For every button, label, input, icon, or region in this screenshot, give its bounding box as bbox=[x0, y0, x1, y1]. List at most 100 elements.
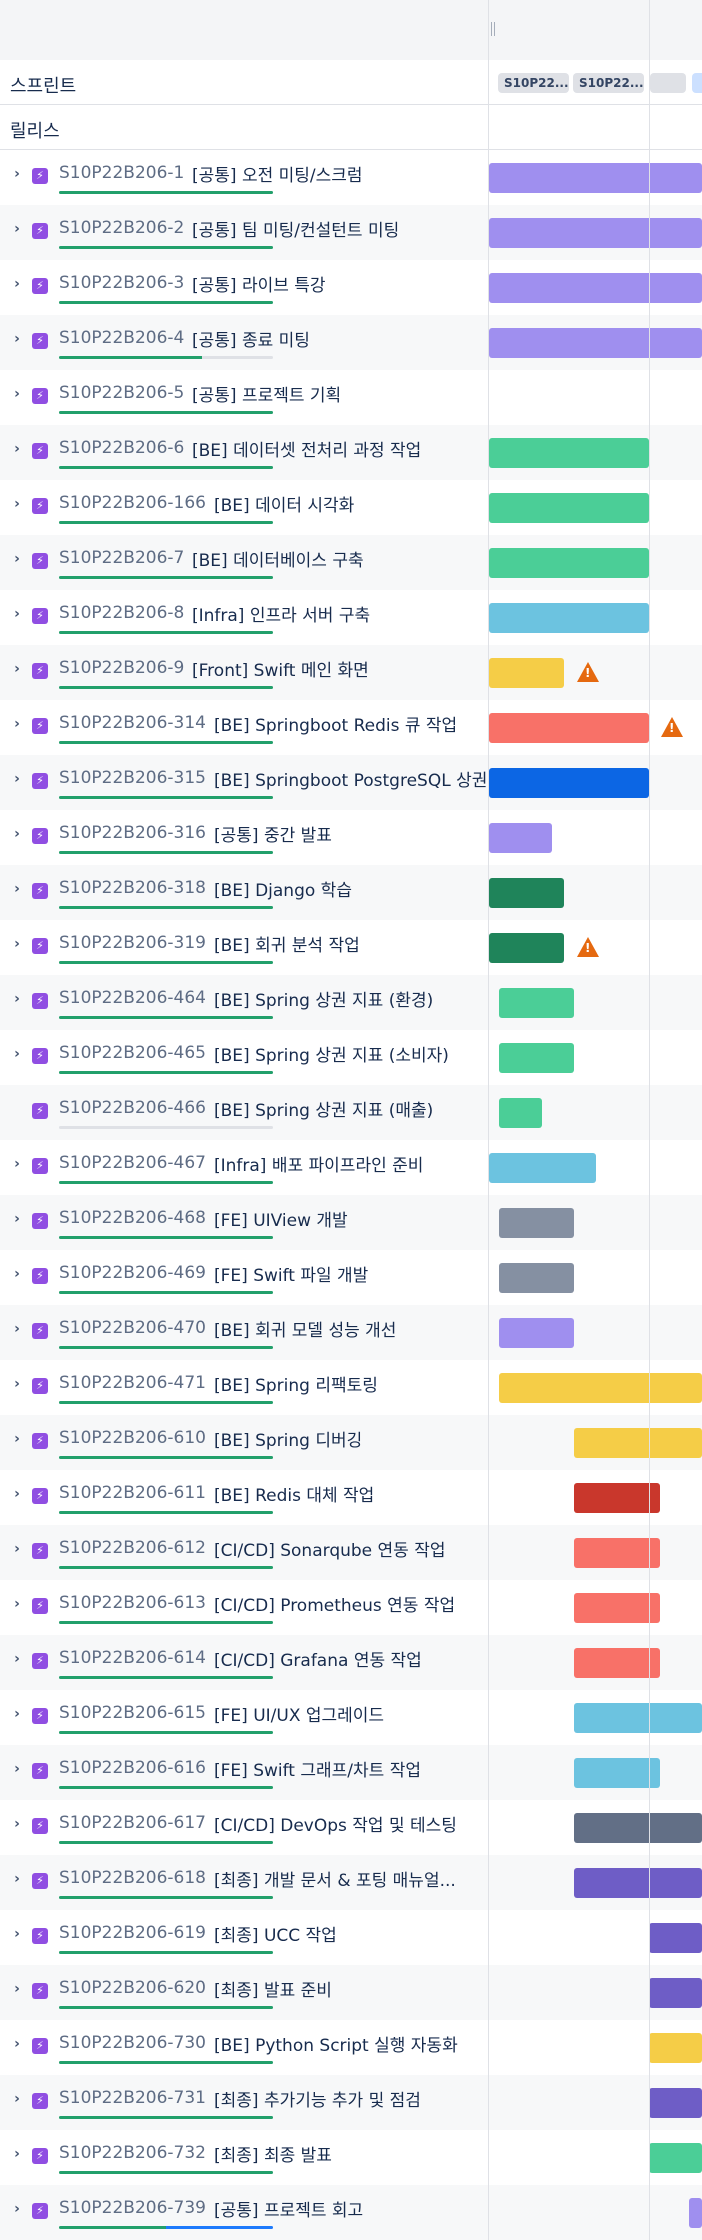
sprint-chip-4[interactable] bbox=[692, 73, 702, 93]
epic-key-link[interactable]: S10P22B206-610 bbox=[59, 1428, 206, 1448]
chevron-right-icon[interactable]: › bbox=[9, 659, 25, 679]
epic-title[interactable]: [CI/CD] Prometheus 연동 작업 bbox=[214, 1591, 455, 1616]
sprint-chip-2[interactable]: S10P22... bbox=[573, 73, 644, 93]
chevron-right-icon[interactable]: › bbox=[9, 384, 25, 404]
epic-key-link[interactable]: S10P22B206-1 bbox=[59, 163, 184, 183]
timeline-epic-bar[interactable] bbox=[499, 1208, 574, 1238]
epic-key-link[interactable]: S10P22B206-730 bbox=[59, 2033, 206, 2053]
chevron-right-icon[interactable]: › bbox=[9, 1429, 25, 1449]
epic-title[interactable]: [공통] 종료 미팅 bbox=[192, 326, 310, 351]
epic-title[interactable]: [Infra] 배포 파이프라인 준비 bbox=[214, 1151, 423, 1176]
timeline-epic-bar[interactable] bbox=[574, 1758, 660, 1788]
epic-key-link[interactable]: S10P22B206-315 bbox=[59, 768, 206, 788]
epic-row[interactable]: › ⚡ S10P22B206-610 [BE] Spring 디버깅 bbox=[0, 1415, 489, 1470]
epic-key-link[interactable]: S10P22B206-617 bbox=[59, 1813, 206, 1833]
epic-row[interactable]: › ⚡ S10P22B206-315 [BE] Springboot PostgreS… bbox=[0, 755, 504, 810]
timeline-epic-bar[interactable] bbox=[574, 1648, 660, 1678]
epic-key-link[interactable]: S10P22B206-470 bbox=[59, 1318, 206, 1338]
chevron-right-icon[interactable]: › bbox=[9, 164, 25, 184]
timeline-epic-bar[interactable] bbox=[689, 2198, 702, 2228]
epic-row[interactable]: › ⚡ S10P22B206-1 [공통] 오전 미팅/스크럼 bbox=[0, 150, 489, 205]
chevron-right-icon[interactable]: › bbox=[9, 1209, 25, 1229]
chevron-right-icon[interactable]: › bbox=[9, 604, 25, 624]
chevron-right-icon[interactable]: › bbox=[9, 1264, 25, 1284]
timeline-epic-bar[interactable] bbox=[489, 713, 649, 743]
chevron-right-icon[interactable]: › bbox=[9, 1869, 25, 1889]
chevron-right-icon[interactable]: › bbox=[9, 769, 25, 789]
timeline-epic-bar[interactable] bbox=[574, 1538, 660, 1568]
epic-row[interactable]: › ⚡ S10P22B206-618 [최종] 개발 문서 & 포팅 매뉴얼... bbox=[0, 1855, 489, 1910]
epic-row[interactable]: ⚡ S10P22B206-466 [BE] Spring 상권 지표 (매출) bbox=[0, 1085, 489, 1140]
epic-key-link[interactable]: S10P22B206-465 bbox=[59, 1043, 206, 1063]
timeline-epic-bar[interactable] bbox=[489, 878, 564, 908]
epic-row[interactable]: › ⚡ S10P22B206-166 [BE] 데이터 시각화 bbox=[0, 480, 489, 535]
epic-title[interactable]: [CI/CD] Sonarqube 연동 작업 bbox=[214, 1536, 446, 1561]
epic-key-link[interactable]: S10P22B206-731 bbox=[59, 2088, 206, 2108]
timeline-epic-bar[interactable] bbox=[489, 273, 702, 303]
epic-row[interactable]: › ⚡ S10P22B206-9 [Front] Swift 메인 화면 bbox=[0, 645, 489, 700]
chevron-right-icon[interactable]: › bbox=[9, 1539, 25, 1559]
epic-row[interactable]: › ⚡ S10P22B206-465 [BE] Spring 상권 지표 (소비자) bbox=[0, 1030, 489, 1085]
chevron-right-icon[interactable]: › bbox=[9, 1814, 25, 1834]
chevron-right-icon[interactable]: › bbox=[9, 934, 25, 954]
epic-key-link[interactable]: S10P22B206-732 bbox=[59, 2143, 206, 2163]
epic-row[interactable]: › ⚡ S10P22B206-731 [최종] 추가기능 추가 및 점검 bbox=[0, 2075, 489, 2130]
epic-key-link[interactable]: S10P22B206-5 bbox=[59, 383, 184, 403]
timeline-epic-bar[interactable] bbox=[649, 2143, 702, 2173]
epic-row[interactable]: › ⚡ S10P22B206-2 [공통] 팀 미팅/컨설턴트 미팅 bbox=[0, 205, 489, 260]
timeline-epic-bar[interactable] bbox=[489, 163, 702, 193]
epic-title[interactable]: [BE] Django 학습 bbox=[214, 876, 352, 901]
epic-title[interactable]: [BE] 데이터베이스 구축 bbox=[192, 546, 364, 571]
epic-title[interactable]: [Infra] 인프라 서버 구축 bbox=[192, 601, 370, 626]
warning-icon[interactable]: ! bbox=[661, 717, 683, 737]
timeline-epic-bar[interactable] bbox=[489, 823, 552, 853]
chevron-right-icon[interactable]: › bbox=[9, 1979, 25, 1999]
epic-key-link[interactable]: S10P22B206-466 bbox=[59, 1098, 206, 1118]
epic-title[interactable]: [BE] Redis 대체 작업 bbox=[214, 1481, 374, 1506]
timeline-epic-bar[interactable] bbox=[499, 1263, 574, 1293]
epic-row[interactable]: › ⚡ S10P22B206-8 [Infra] 인프라 서버 구축 bbox=[0, 590, 489, 645]
epic-key-link[interactable]: S10P22B206-612 bbox=[59, 1538, 206, 1558]
epic-title[interactable]: [Front] Swift 메인 화면 bbox=[192, 656, 369, 681]
epic-row[interactable]: › ⚡ S10P22B206-316 [공통] 중간 발표 bbox=[0, 810, 489, 865]
chevron-right-icon[interactable]: › bbox=[9, 1924, 25, 1944]
epic-row[interactable]: › ⚡ S10P22B206-616 [FE] Swift 그래프/차트 작업 bbox=[0, 1745, 489, 1800]
epic-key-link[interactable]: S10P22B206-620 bbox=[59, 1978, 206, 1998]
epic-row[interactable]: › ⚡ S10P22B206-467 [Infra] 배포 파이프라인 준비 bbox=[0, 1140, 489, 1195]
epic-key-link[interactable]: S10P22B206-468 bbox=[59, 1208, 206, 1228]
chevron-right-icon[interactable]: › bbox=[9, 2144, 25, 2164]
epic-key-link[interactable]: S10P22B206-611 bbox=[59, 1483, 206, 1503]
chevron-right-icon[interactable]: › bbox=[9, 1484, 25, 1504]
epic-row[interactable]: › ⚡ S10P22B206-739 [공통] 프로젝트 회고 bbox=[0, 2185, 489, 2240]
chevron-right-icon[interactable]: › bbox=[9, 879, 25, 899]
timeline-epic-bar[interactable] bbox=[649, 2033, 702, 2063]
epic-row[interactable]: › ⚡ S10P22B206-471 [BE] Spring 리팩토링 bbox=[0, 1360, 489, 1415]
timeline-epic-bar[interactable] bbox=[489, 1153, 596, 1183]
epic-key-link[interactable]: S10P22B206-613 bbox=[59, 1593, 206, 1613]
epic-key-link[interactable]: S10P22B206-4 bbox=[59, 328, 184, 348]
chevron-right-icon[interactable]: › bbox=[9, 219, 25, 239]
timeline-epic-bar[interactable] bbox=[489, 933, 564, 963]
timeline-epic-bar[interactable] bbox=[649, 1978, 702, 2008]
chevron-right-icon[interactable]: › bbox=[9, 1044, 25, 1064]
epic-title[interactable]: [CI/CD] DevOps 작업 및 테스팅 bbox=[214, 1811, 457, 1836]
epic-row[interactable]: › ⚡ S10P22B206-319 [BE] 회귀 분석 작업 bbox=[0, 920, 489, 975]
chevron-right-icon[interactable]: › bbox=[9, 989, 25, 1009]
epic-row[interactable]: › ⚡ S10P22B206-7 [BE] 데이터베이스 구축 bbox=[0, 535, 489, 590]
epic-key-link[interactable]: S10P22B206-318 bbox=[59, 878, 206, 898]
timeline-epic-bar[interactable] bbox=[574, 1483, 660, 1513]
resize-grip-icon[interactable] bbox=[491, 22, 495, 36]
epic-row[interactable]: › ⚡ S10P22B206-620 [최종] 발표 준비 bbox=[0, 1965, 489, 2020]
warning-icon[interactable]: ! bbox=[577, 937, 599, 957]
epic-row[interactable]: › ⚡ S10P22B206-732 [최종] 최종 발표 bbox=[0, 2130, 489, 2185]
timeline-epic-bar[interactable] bbox=[489, 328, 702, 358]
epic-title[interactable]: [CI/CD] Grafana 연동 작업 bbox=[214, 1646, 422, 1671]
chevron-right-icon[interactable]: › bbox=[9, 2199, 25, 2219]
epic-title[interactable]: [BE] 데이터셋 전처리 과정 작업 bbox=[192, 436, 421, 461]
epic-title[interactable]: [BE] Spring 상권 지표 (소비자) bbox=[214, 1041, 449, 1066]
epic-title[interactable]: [공통] 프로젝트 기획 bbox=[192, 381, 341, 406]
epic-key-link[interactable]: S10P22B206-464 bbox=[59, 988, 206, 1008]
warning-icon[interactable]: ! bbox=[577, 662, 599, 682]
epic-key-link[interactable]: S10P22B206-7 bbox=[59, 548, 184, 568]
epic-key-link[interactable]: S10P22B206-619 bbox=[59, 1923, 206, 1943]
